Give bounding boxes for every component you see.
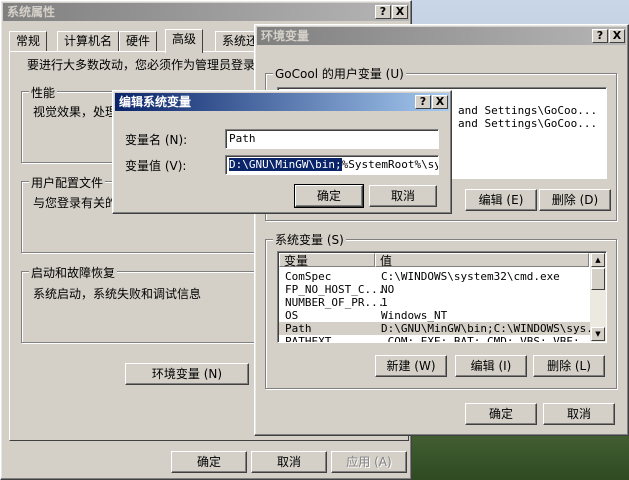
env-help-button[interactable]: ?	[592, 29, 608, 43]
table-row[interactable]: OS Windows_NT	[279, 309, 591, 322]
edit-system-variable-dialog: 编辑系统变量 ? X 变量名 (N): Path 变量值 (V): D:\GNU…	[112, 90, 452, 214]
system-edit-button[interactable]: 编辑 (I)	[455, 355, 527, 377]
variable-name-label: 变量名 (N):	[125, 133, 188, 147]
cancel-button[interactable]: 取消	[251, 451, 327, 473]
admin-notice: 要进行大多数改动，您必须作为管理员登录。	[27, 58, 268, 72]
env-cancel-button[interactable]: 取消	[543, 403, 615, 425]
system-properties-titlebar[interactable]: 系统属性	[3, 3, 409, 21]
table-row[interactable]: FP_NO_HOST_C... NO	[279, 283, 591, 296]
env-close-button[interactable]: X	[609, 29, 625, 43]
edit-help-button[interactable]: ?	[415, 95, 431, 109]
edit-cancel-button[interactable]: 取消	[369, 185, 437, 207]
performance-label: 性能	[29, 84, 58, 101]
edit-close-button[interactable]: X	[432, 95, 448, 109]
edit-variable-title: 编辑系统变量	[119, 95, 192, 109]
scroll-thumb[interactable]	[591, 268, 605, 290]
tab-advanced[interactable]: 高级	[165, 29, 204, 53]
apply-button[interactable]: 应用 (A)	[331, 451, 407, 473]
close-button[interactable]: X	[392, 5, 408, 19]
variable-value-input[interactable]: D:\GNU\MinGW\bin;%SystemRoot%\syster	[225, 155, 439, 175]
table-row[interactable]: NUMBER_OF_PR... 1	[279, 296, 591, 309]
environment-variables-titlebar[interactable]: 环境变量	[257, 27, 626, 45]
tab-general[interactable]: 常规	[9, 31, 48, 51]
scroll-down-icon[interactable]: ▼	[591, 327, 605, 341]
scroll-up-icon[interactable]: ▲	[591, 253, 605, 267]
column-header-value[interactable]: 值	[375, 253, 589, 268]
system-new-button[interactable]: 新建 (W)	[375, 355, 447, 377]
help-button[interactable]: ?	[375, 5, 391, 19]
user-variables-label: GoCool 的用户变量 (U)	[273, 65, 406, 82]
edit-ok-button[interactable]: 确定	[294, 184, 364, 208]
system-variables-list[interactable]: 变量 值 ComSpec C:\WINDOWS\system32\cmd.exe …	[277, 251, 607, 343]
env-ok-button[interactable]: 确定	[465, 403, 537, 425]
table-row-selected[interactable]: Path D:\GNU\MinGW\bin;C:\WINDOWS\sys...	[279, 322, 591, 335]
environment-variables-window: 环境变量 ? X GoCool 的用户变量 (U) and Settings\G…	[254, 24, 629, 436]
table-row[interactable]: PATHEXT .COM;.EXE;.BAT;.CMD;.VBS;.VBE;...…	[279, 335, 591, 342]
tab-hardware[interactable]: 硬件	[119, 31, 158, 51]
tab-computer-name[interactable]: 计算机名	[57, 31, 120, 51]
startup-recovery-label: 启动和故障恢复	[29, 264, 118, 281]
ok-button[interactable]: 确定	[171, 451, 247, 473]
user-edit-button[interactable]: 编辑 (E)	[465, 189, 537, 211]
variable-value-label: 变量值 (V):	[125, 159, 187, 173]
edit-variable-titlebar[interactable]: 编辑系统变量	[115, 93, 449, 111]
performance-text: 视觉效果，处理	[33, 105, 118, 119]
vertical-scrollbar[interactable]: ▲ ▼	[590, 253, 606, 342]
table-row[interactable]: ComSpec C:\WINDOWS\system32\cmd.exe	[279, 270, 591, 283]
startup-recovery-text: 系统启动，系统失败和调试信息	[33, 287, 202, 301]
list-item[interactable]: and Settings\GoCoo...	[458, 104, 597, 117]
system-variables-label: 系统变量 (S)	[273, 231, 346, 248]
environment-variables-button[interactable]: 环境变量 (N)	[125, 363, 249, 385]
system-properties-title: 系统属性	[7, 5, 56, 19]
column-header-variable[interactable]: 变量	[279, 253, 375, 268]
user-delete-button[interactable]: 删除 (D)	[539, 189, 611, 211]
user-profiles-label: 用户配置文件	[29, 174, 106, 191]
user-profiles-text: 与您登录有关的	[33, 196, 118, 210]
variable-name-input[interactable]: Path	[225, 129, 439, 149]
list-item[interactable]: and Settings\GoCoo...	[458, 117, 597, 130]
environment-variables-title: 环境变量	[261, 29, 310, 43]
system-delete-button[interactable]: 删除 (L)	[533, 355, 605, 377]
